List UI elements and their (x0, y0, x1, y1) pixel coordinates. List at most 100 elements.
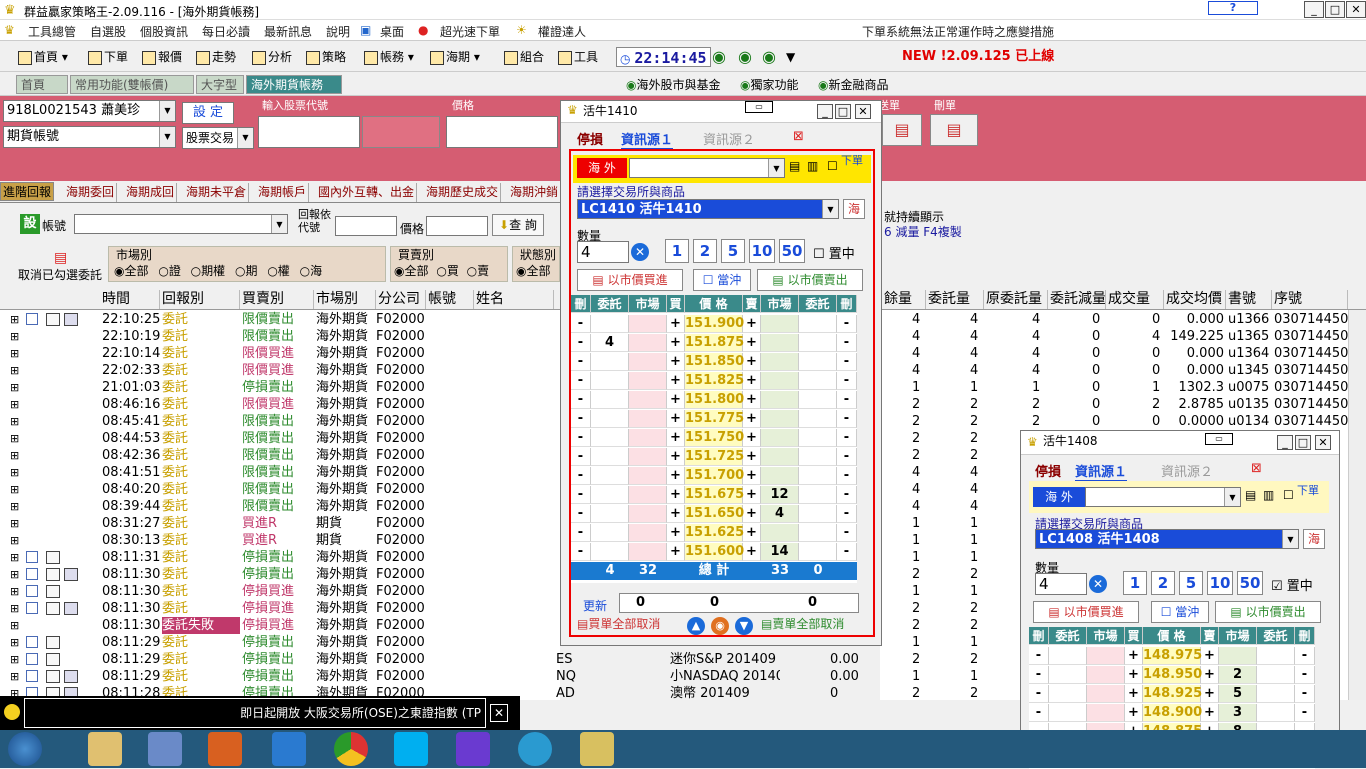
price-cell[interactable]: 151.775 (685, 410, 744, 428)
detail-icon[interactable] (46, 313, 60, 326)
col-remain[interactable]: 餘量 (882, 290, 926, 309)
clear-qty-icon[interactable]: ✕ (1089, 575, 1107, 593)
buy-plus-cell[interactable]: + (667, 391, 685, 409)
new-version-notice[interactable]: NEW !2.09.125 已上線 (902, 47, 1054, 67)
source-2-tab[interactable]: 資訊源２ (703, 129, 755, 148)
col-orig-qty[interactable]: 原委託量 (984, 290, 1048, 309)
price-cell[interactable]: 148.925 (1143, 685, 1202, 703)
qty-10-button[interactable]: 10 (749, 239, 775, 263)
price-cell[interactable]: 151.700 (685, 467, 744, 485)
book-icon[interactable]: ▤ (1245, 488, 1256, 502)
sell-plus-cell[interactable]: + (1201, 685, 1219, 703)
delete-buy-cell[interactable]: - (571, 448, 591, 466)
sell-plus-cell[interactable]: + (743, 334, 761, 352)
form-icon[interactable] (64, 602, 78, 615)
sell-plus-cell[interactable]: + (743, 505, 761, 523)
price-cell[interactable]: 148.900 (1143, 704, 1202, 722)
row-checkbox[interactable] (26, 602, 38, 614)
market-sell-button[interactable]: ▤ 以市價賣出 (757, 269, 863, 291)
form-icon[interactable] (64, 670, 78, 683)
buy-plus-cell[interactable]: + (667, 505, 685, 523)
sell-plus-cell[interactable]: + (743, 372, 761, 390)
price-cell[interactable]: 151.800 (685, 391, 744, 409)
delete-buy-cell[interactable]: - (571, 524, 591, 542)
region-button[interactable]: 海 外 (1033, 487, 1085, 507)
delete-buy-cell[interactable]: - (571, 353, 591, 371)
delete-sell-cell[interactable]: - (1295, 704, 1315, 722)
delete-sell-cell[interactable]: - (837, 334, 857, 352)
delete-sell-cell[interactable]: - (1295, 647, 1315, 665)
product-select[interactable]: LC1408 活牛1408 ▼ (1035, 529, 1299, 549)
maximize-button[interactable]: □ (1325, 1, 1345, 18)
sell-plus-cell[interactable]: + (743, 467, 761, 485)
sell-plus-cell[interactable]: + (743, 410, 761, 428)
qty-1-button[interactable]: 1 (1123, 571, 1147, 595)
expand-icon[interactable]: ⊞ (10, 566, 19, 583)
col-bs[interactable]: 買賣別 (240, 290, 314, 309)
sell-plus-cell[interactable]: + (743, 524, 761, 542)
rtab-orders[interactable]: 海期委回 (64, 183, 118, 202)
detail-icon[interactable] (46, 602, 60, 615)
pin-icon[interactable]: ▭ (745, 101, 773, 113)
delete-buy-cell[interactable]: - (571, 505, 591, 523)
delete-sell-cell[interactable]: - (837, 353, 857, 371)
delete-sell-cell[interactable]: - (837, 543, 857, 561)
ticker-close-button[interactable]: ✕ (490, 704, 508, 722)
expand-icon[interactable]: ⊞ (10, 328, 19, 345)
product-select[interactable]: LC1410 活牛1410 ▼ (577, 199, 839, 219)
detail-icon[interactable] (46, 585, 60, 598)
toolbar-quote[interactable]: 報價 (142, 47, 182, 67)
menu-contingency[interactable]: 下單系統無法正常運作時之應變措施 (862, 23, 1054, 40)
stop-tab[interactable]: 停損 (1035, 461, 1061, 480)
refresh-button[interactable]: 更新 (583, 597, 607, 614)
filter-price-input[interactable] (426, 216, 488, 236)
sell-order-cell[interactable] (1257, 666, 1295, 684)
expand-icon[interactable]: ⊞ (10, 668, 19, 685)
toolbar-combo[interactable]: 組合 (504, 47, 544, 67)
row-checkbox[interactable] (26, 551, 38, 563)
sell-order-cell[interactable] (799, 372, 837, 390)
ie-icon[interactable] (272, 732, 306, 766)
skype-icon[interactable] (394, 732, 428, 766)
col-avg-price[interactable]: 成交均價 (1164, 290, 1226, 309)
buy-plus-cell[interactable]: + (667, 524, 685, 542)
price-cell[interactable]: 148.950 (1143, 666, 1202, 684)
sell-plus-cell[interactable]: + (1201, 666, 1219, 684)
region-button[interactable]: 海 外 (577, 158, 627, 178)
link-new-products[interactable]: ◉新金融商品 (818, 76, 889, 93)
sell-order-cell[interactable] (799, 486, 837, 504)
market-buy-button[interactable]: ▤ 以市價買進 (1033, 601, 1139, 623)
price-cell[interactable]: 151.825 (685, 372, 744, 390)
delete-buy-cell[interactable]: - (571, 334, 591, 352)
rtab-accounts[interactable]: 海期帳戶 (256, 183, 310, 202)
toolbar-tools[interactable]: 工具 (558, 47, 598, 67)
media-player-icon[interactable] (208, 732, 242, 766)
price-cell[interactable]: 151.850 (685, 353, 744, 371)
tab-home[interactable]: 首頁 (16, 75, 68, 94)
col-name[interactable]: 姓名 (474, 290, 554, 309)
help-button[interactable]: ? (1208, 1, 1258, 15)
rtab-history[interactable]: 海期歷史成交 (424, 183, 502, 202)
chrome-icon[interactable] (334, 732, 368, 766)
buy-order-cell[interactable] (591, 543, 629, 561)
list-icon[interactable]: ▥ (1263, 488, 1274, 502)
menu-desktop[interactable]: 桌面 (380, 23, 404, 40)
expand-icon[interactable]: ⊞ (10, 481, 19, 498)
detail-icon[interactable] (46, 636, 60, 649)
sell-order-cell[interactable] (799, 524, 837, 542)
buy-order-cell[interactable] (591, 315, 629, 333)
region-select[interactable]: ▼ (1085, 487, 1241, 507)
form-icon[interactable] (64, 568, 78, 581)
explorer-icon[interactable] (88, 732, 122, 766)
buy-plus-cell[interactable]: + (667, 315, 685, 333)
buy-plus-cell[interactable]: + (667, 429, 685, 447)
market-radio-warrant[interactable]: ○權 (267, 264, 290, 278)
buy-plus-cell[interactable]: + (667, 486, 685, 504)
expand-icon[interactable]: ⊞ (10, 447, 19, 464)
col-branch[interactable]: 分公司 (376, 290, 426, 309)
row-checkbox[interactable] (26, 568, 38, 580)
expand-icon[interactable]: ⊞ (10, 498, 19, 515)
tab-overseas-account[interactable]: 海外期貨帳務 (246, 75, 342, 94)
delete-sell-cell[interactable]: - (837, 524, 857, 542)
delete-sell-cell[interactable]: - (837, 429, 857, 447)
